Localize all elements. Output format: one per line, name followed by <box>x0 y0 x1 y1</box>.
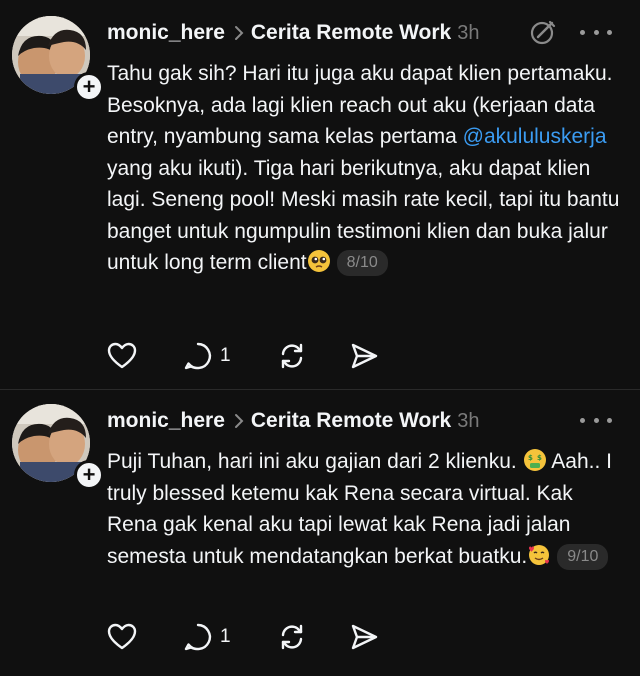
thread-page-badge: 8/10 <box>336 250 388 276</box>
thread-feed: + monic_here Cerita Remote Work 3h Tahu … <box>0 0 640 676</box>
like-icon[interactable] <box>107 342 137 370</box>
mention-link[interactable]: @akululuskerja <box>463 125 607 148</box>
svg-text:$: $ <box>528 454 533 462</box>
repost-icon[interactable] <box>277 341 307 371</box>
timestamp: 3h <box>457 21 480 44</box>
more-options-icon[interactable] <box>580 410 612 430</box>
share-icon[interactable] <box>349 341 379 371</box>
thread-page-badge: 9/10 <box>557 543 609 570</box>
pleading-face-icon <box>307 249 331 273</box>
reply-count: 1 <box>220 626 231 647</box>
more-options-icon[interactable] <box>580 22 612 42</box>
username[interactable]: monic_here <box>107 21 225 45</box>
avatar-group[interactable]: + <box>12 16 104 102</box>
reply-icon[interactable] <box>183 341 213 371</box>
timestamp: 3h <box>457 409 480 432</box>
chevron-right-icon <box>233 412 245 430</box>
post-header: monic_here Cerita Remote Work 3h <box>107 406 479 436</box>
compose-topic-icon[interactable] <box>528 18 558 48</box>
follow-plus-icon[interactable]: + <box>74 460 104 490</box>
chevron-right-icon <box>233 24 245 42</box>
avatar-group[interactable]: + <box>12 404 104 490</box>
repost-icon[interactable] <box>277 622 307 652</box>
reply-button[interactable]: 1 <box>183 622 231 652</box>
reply-icon[interactable] <box>183 622 213 652</box>
post-text: Tahu gak sih? Hari itu juga aku dapat kl… <box>107 58 622 279</box>
post-actions: 1 <box>107 339 379 373</box>
smiling-face-with-hearts-icon <box>527 543 551 567</box>
community-name[interactable]: Cerita Remote Work <box>251 21 451 45</box>
post-actions: 1 <box>107 620 379 654</box>
like-icon[interactable] <box>107 623 137 651</box>
username[interactable]: monic_here <box>107 409 225 433</box>
post-text-part: Puji Tuhan, hari ini aku gajian dari 2 k… <box>107 450 523 473</box>
follow-plus-icon[interactable]: + <box>74 72 104 102</box>
reply-count: 1 <box>220 345 231 366</box>
svg-text:$: $ <box>537 454 542 462</box>
money-mouth-face-icon: $ $ <box>523 448 547 472</box>
thread-post[interactable]: + monic_here Cerita Remote Work 3h Tahu … <box>0 0 640 390</box>
post-header: monic_here Cerita Remote Work 3h <box>107 18 479 48</box>
share-icon[interactable] <box>349 622 379 652</box>
reply-button[interactable]: 1 <box>183 341 231 371</box>
community-name[interactable]: Cerita Remote Work <box>251 409 451 433</box>
post-text: Puji Tuhan, hari ini aku gajian dari 2 k… <box>107 446 622 572</box>
thread-post[interactable]: + monic_here Cerita Remote Work 3h Puji … <box>0 390 640 676</box>
